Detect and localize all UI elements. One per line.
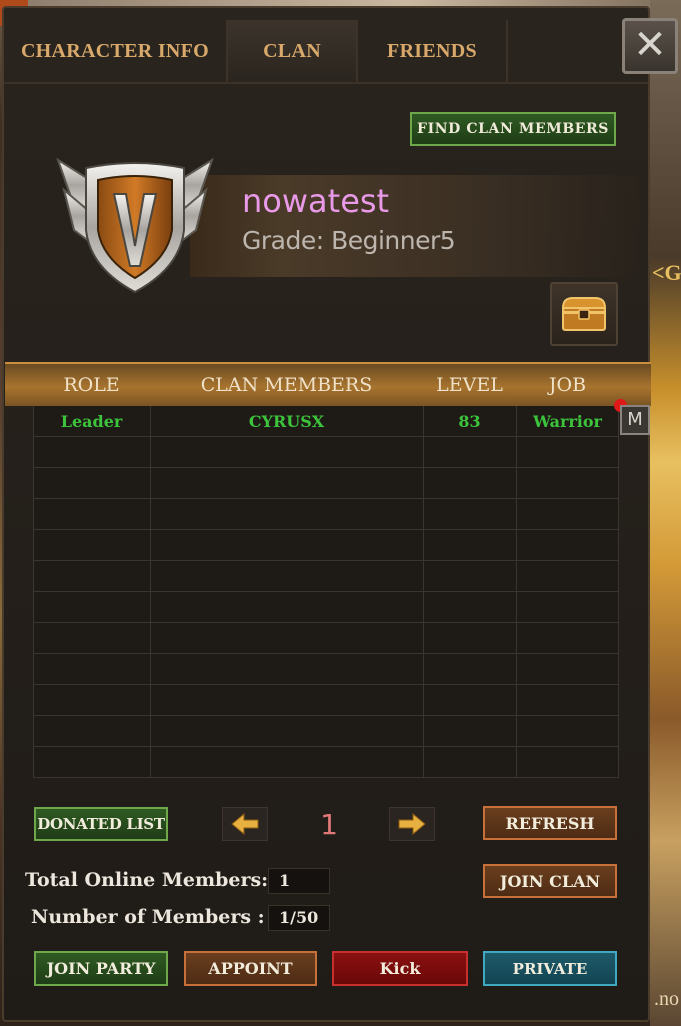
clan-name: nowatest <box>242 182 390 220</box>
table-row-empty <box>33 747 619 778</box>
cell-job: Warrior <box>533 412 602 431</box>
table-row-empty <box>33 437 619 468</box>
join-party-button[interactable]: JOIN PARTY <box>34 951 168 986</box>
find-clan-members-button[interactable]: FIND CLAN MEMBERS <box>410 112 616 146</box>
cell-level: 83 <box>458 412 481 431</box>
arrow-right-icon <box>398 812 426 836</box>
table-row-empty <box>33 530 619 561</box>
arrow-left-icon <box>231 812 259 836</box>
tab-character-info[interactable]: CHARACTER INFO <box>4 20 228 82</box>
table-body: Leader CYRUSX 83 Warrior <box>33 406 619 778</box>
close-button[interactable]: ✕ <box>622 18 678 74</box>
header-clan-members: CLAN MEMBERS <box>200 374 373 396</box>
members-table: ROLE CLAN MEMBERS LEVEL JOB Leader CYRUS… <box>5 362 651 778</box>
online-members-value: 1 <box>268 868 330 894</box>
online-members-label: Total Online Members: <box>25 869 269 891</box>
background-glyph: <G <box>652 260 681 285</box>
members-count-label: Number of Members : <box>31 906 265 928</box>
tab-clan[interactable]: CLAN <box>228 20 358 82</box>
tab-empty <box>508 20 624 82</box>
column-divider <box>516 406 517 778</box>
tab-bar: CHARACTER INFO CLAN FRIENDS <box>4 20 624 82</box>
tab-divider <box>4 82 648 84</box>
kick-button[interactable]: Kick <box>332 951 468 986</box>
cell-role: Leader <box>60 412 123 431</box>
header-job: JOB <box>548 374 587 396</box>
private-button[interactable]: PRIVATE <box>483 951 617 986</box>
table-row-empty <box>33 623 619 654</box>
cell-member: CYRUSX <box>248 412 325 431</box>
tab-friends[interactable]: FRIENDS <box>358 20 508 82</box>
treasure-chest-icon <box>561 297 607 331</box>
table-row-empty <box>33 716 619 747</box>
header-role: ROLE <box>63 374 120 396</box>
member-badge[interactable]: M <box>620 405 650 435</box>
prev-page-button[interactable] <box>222 807 268 841</box>
close-icon: ✕ <box>633 22 667 68</box>
appoint-button[interactable]: APPOINT <box>184 951 317 986</box>
table-row-empty <box>33 685 619 716</box>
column-divider <box>618 406 619 778</box>
header-level: LEVEL <box>436 374 503 396</box>
join-clan-button[interactable]: JOIN CLAN <box>483 864 617 898</box>
next-page-button[interactable] <box>389 807 435 841</box>
table-row-empty <box>33 468 619 499</box>
table-row-empty <box>33 654 619 685</box>
clan-grade: Grade: Beginner5 <box>242 226 456 255</box>
column-divider <box>423 406 424 778</box>
background-right-strip <box>650 0 681 1026</box>
refresh-button[interactable]: REFRESH <box>483 806 617 840</box>
column-divider <box>150 406 151 778</box>
table-header: ROLE CLAN MEMBERS LEVEL JOB <box>5 362 651 406</box>
table-row-empty <box>33 499 619 530</box>
table-row-empty <box>33 592 619 623</box>
table-row-empty <box>33 561 619 592</box>
column-divider <box>33 406 34 778</box>
background-text: .no <box>654 988 679 1010</box>
members-count-value: 1/50 <box>268 905 330 931</box>
clan-chest-button[interactable] <box>550 282 618 346</box>
clan-emblem-icon <box>56 157 214 294</box>
page-number: 1 <box>320 808 338 841</box>
donated-list-button[interactable]: DONATED LIST <box>34 807 168 841</box>
table-row[interactable]: Leader CYRUSX 83 Warrior <box>33 406 619 437</box>
